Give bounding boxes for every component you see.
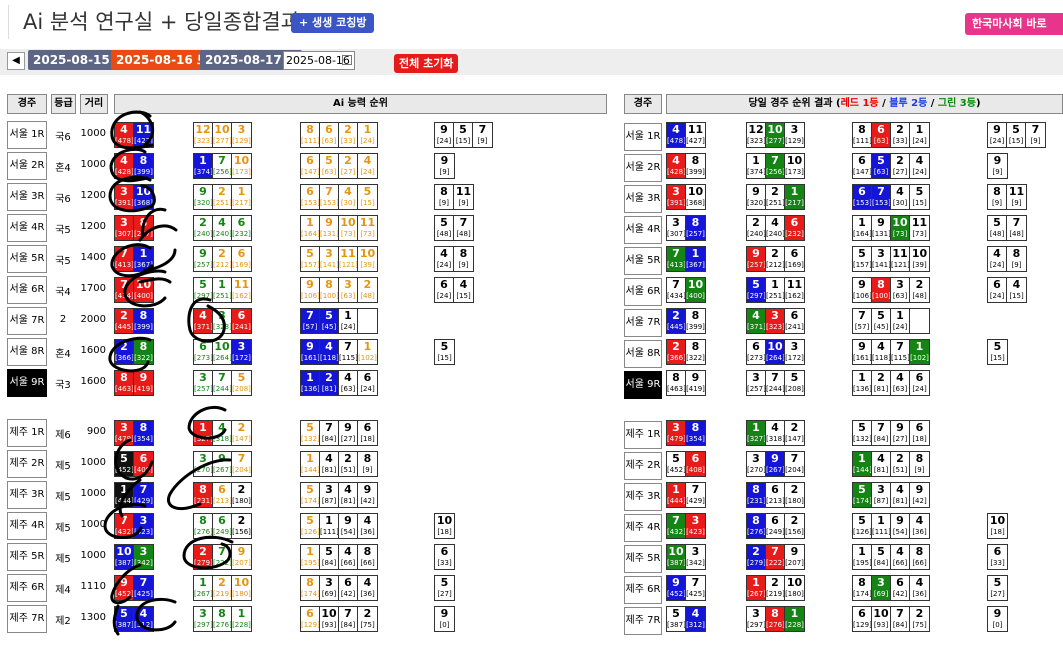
scribble-14: [182, 535, 234, 570]
app-root: Ai 분석 연구실 + 당일종합결과 + 생생 코칭방 한국마사회 바로가기 ◀…: [0, 0, 1063, 654]
scribble-10: [114, 438, 154, 481]
scribble-4: [138, 207, 178, 242]
scribble-15: [110, 563, 142, 605]
scribble-9: [187, 405, 227, 440]
handwritten-scribbles: [103, 110, 234, 636]
scribble-7: [187, 297, 226, 343]
scribble-16: [112, 597, 177, 636]
scribble-12: [118, 478, 142, 518]
scribble-1: [110, 110, 155, 150]
scribble-3: [108, 175, 156, 213]
scribble-8: [108, 336, 152, 373]
scribble-13: [103, 502, 147, 539]
scribble-11: [167, 458, 232, 510]
